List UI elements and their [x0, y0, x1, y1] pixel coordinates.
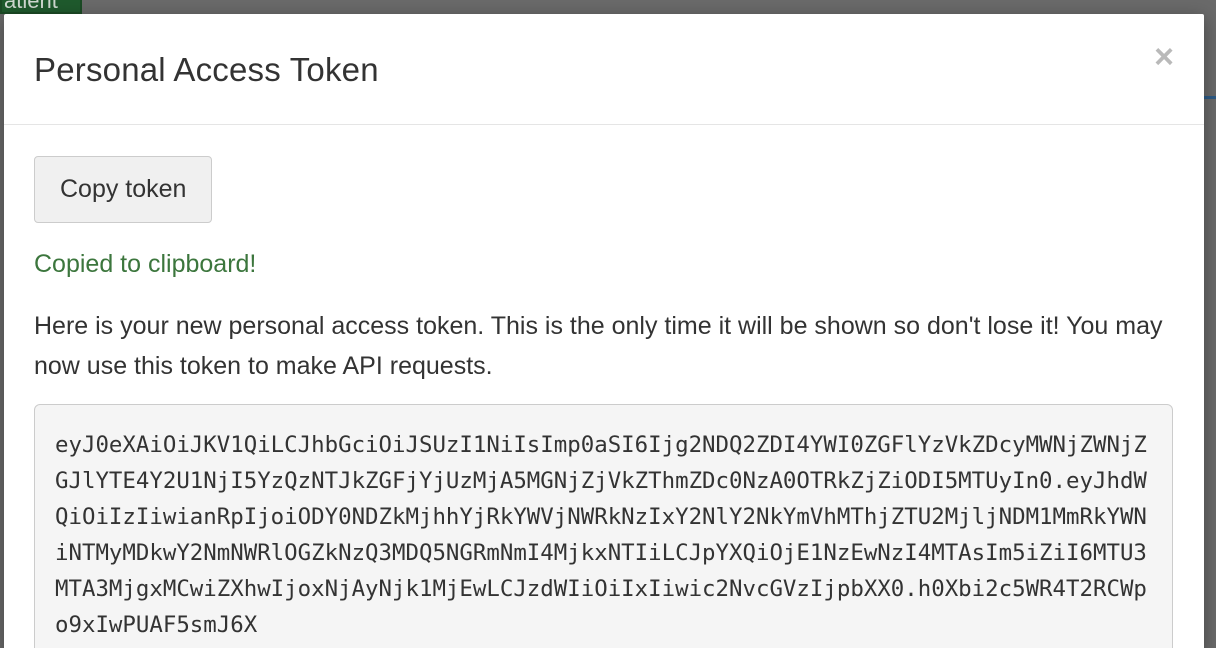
background-tab-label: atient	[4, 0, 58, 13]
modal-body: Copy token Copied to clipboard! Here is …	[4, 125, 1204, 648]
copied-message: Copied to clipboard!	[34, 250, 257, 278]
token-box[interactable]: eyJ0eXAiOiJKV1QiLCJhbGciOiJSUzI1NiIsImp0…	[34, 404, 1173, 648]
token-description: Here is your new personal access token. …	[34, 312, 1163, 380]
copy-token-button[interactable]: Copy token	[34, 156, 213, 223]
token-modal: Personal Access Token × Copy token Copie…	[4, 14, 1204, 648]
modal-header: Personal Access Token ×	[4, 14, 1204, 125]
background-tab: atient	[0, 0, 82, 14]
close-icon[interactable]: ×	[1154, 40, 1174, 74]
modal-title: Personal Access Token	[34, 51, 379, 88]
background-strip	[1204, 96, 1216, 99]
